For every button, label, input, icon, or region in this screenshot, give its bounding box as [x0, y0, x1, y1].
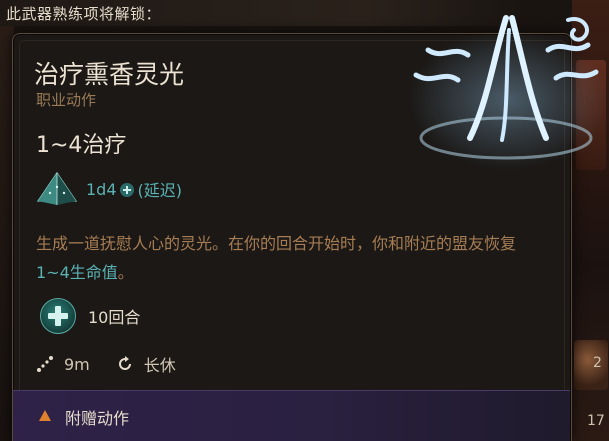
- dice-delay: (延迟): [137, 181, 183, 200]
- spell-title: 治疗熏香灵光: [34, 60, 185, 89]
- range-text: 9m: [64, 354, 90, 374]
- dice-value: 1d4: [86, 179, 117, 199]
- unlock-header: 此武器熟练项将解锁：: [6, 5, 162, 23]
- heal-plus-icon: [40, 298, 76, 334]
- dice-row: 1d4 (延迟): [36, 171, 183, 206]
- incense-aura-icon: [408, 15, 608, 170]
- heal-range: 1~4治疗: [36, 133, 127, 158]
- background-number: 2: [593, 355, 602, 371]
- d4-dice-icon: [36, 171, 78, 205]
- background-item-icon: [574, 340, 608, 390]
- background-number: 17: [587, 413, 605, 429]
- range-icon: [37, 356, 53, 372]
- heal-mini-icon: [119, 183, 134, 197]
- description-end: 。: [117, 263, 134, 282]
- long-rest-icon: [118, 356, 131, 370]
- description-highlight: 1~4生命值: [36, 263, 118, 282]
- duration-row: 10回合: [40, 298, 140, 334]
- recharge-text: 长休: [143, 356, 176, 375]
- meta-row: 9m 长休: [36, 352, 176, 376]
- game-ui-scene: 此武器熟练项将解锁： 2 17 治疗熏香灵光 职业动作 1~4治疗 1d4 (延…: [0, 0, 609, 441]
- spell-description: 生成一道抚慰人心的灵光。在你的回合开始时，你和附近的盟友恢复 1~4生命值。: [36, 229, 536, 287]
- description-text: 生成一道抚慰人心的灵光。在你的回合开始时，你和附近的盟友恢复: [36, 234, 517, 253]
- duration-text: 10回合: [88, 308, 141, 327]
- action-type-label: 附赠动作: [65, 409, 130, 428]
- spell-category: 职业动作: [36, 91, 97, 109]
- action-type-footer: 附赠动作: [13, 390, 570, 441]
- bonus-action-triangle-icon: [39, 410, 51, 421]
